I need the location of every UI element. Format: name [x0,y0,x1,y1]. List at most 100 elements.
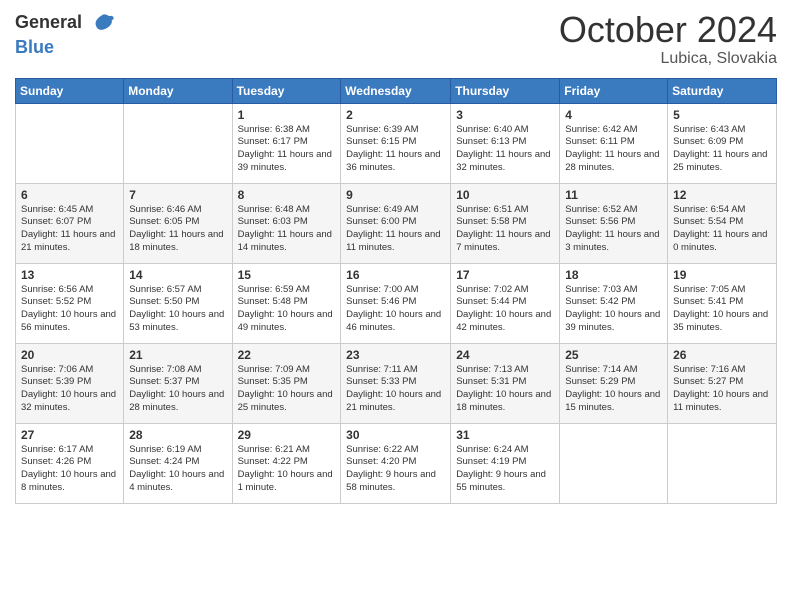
calendar-cell: 26 Sunrise: 7:16 AM Sunset: 5:27 PM Dayli… [668,343,777,423]
day-content: Sunrise: 6:39 AM Sunset: 6:15 PM Dayligh… [346,124,445,175]
calendar-cell: 10Sunrise: 6:51 AM Sunset: 5:58 PM Dayli… [451,183,560,263]
day-number: 1 [238,108,336,122]
day-number: 11 [565,188,662,202]
day-content: Sunrise: 7:11 AM Sunset: 5:33 PM Dayligh… [346,364,445,415]
day-number: 15 [238,268,336,282]
day-content: Sunrise: 6:48 AM Sunset: 6:03 PM Dayligh… [238,204,336,255]
day-content: Sunrise: 6:40 AM Sunset: 6:13 PM Dayligh… [456,124,554,175]
day-number: 30 [346,428,445,442]
calendar-cell: 2 Sunrise: 6:39 AM Sunset: 6:15 PM Daylig… [341,103,451,183]
calendar-cell: 9 Sunrise: 6:49 AM Sunset: 6:00 PM Daylig… [341,183,451,263]
calendar-cell [668,423,777,503]
calendar-cell: 23 Sunrise: 7:11 AM Sunset: 5:33 PM Dayli… [341,343,451,423]
weekday-header: Friday [560,78,668,103]
day-content: Sunrise: 7:00 AM Sunset: 5:46 PM Dayligh… [346,284,445,335]
calendar-cell: 25 Sunrise: 7:14 AM Sunset: 5:29 PM Dayli… [560,343,668,423]
day-content: Sunrise: 7:13 AM Sunset: 5:31 PM Dayligh… [456,364,554,415]
calendar-cell [16,103,124,183]
calendar-cell: 4Sunrise: 6:42 AM Sunset: 6:11 PM Daylig… [560,103,668,183]
day-number: 24 [456,348,554,362]
calendar-cell: 21 Sunrise: 7:08 AM Sunset: 5:37 PM Dayli… [124,343,232,423]
day-number: 18 [565,268,662,282]
calendar-cell: 3 Sunrise: 6:40 AM Sunset: 6:13 PM Daylig… [451,103,560,183]
calendar-week-row: 1Sunrise: 6:38 AM Sunset: 6:17 PM Daylig… [16,103,777,183]
day-number: 26 [673,348,771,362]
day-number: 17 [456,268,554,282]
day-content: Sunrise: 7:09 AM Sunset: 5:35 PM Dayligh… [238,364,336,415]
page: General Blue October 2024 Lubica, Slovak… [0,0,792,612]
day-number: 5 [673,108,771,122]
calendar-cell: 12Sunrise: 6:54 AM Sunset: 5:54 PM Dayli… [668,183,777,263]
calendar-cell: 20 Sunrise: 7:06 AM Sunset: 5:39 PM Dayli… [16,343,124,423]
logo-bird-icon [89,10,117,38]
calendar-cell: 19Sunrise: 7:05 AM Sunset: 5:41 PM Dayli… [668,263,777,343]
day-content: Sunrise: 7:16 AM Sunset: 5:27 PM Dayligh… [673,364,771,415]
calendar-cell: 28 Sunrise: 6:19 AM Sunset: 4:24 PM Dayli… [124,423,232,503]
day-content: Sunrise: 6:59 AM Sunset: 5:48 PM Dayligh… [238,284,336,335]
day-content: Sunrise: 7:14 AM Sunset: 5:29 PM Dayligh… [565,364,662,415]
calendar-week-row: 27 Sunrise: 6:17 AM Sunset: 4:26 PM Dayli… [16,423,777,503]
day-number: 21 [129,348,226,362]
weekday-header: Monday [124,78,232,103]
title-month: October 2024 [559,10,777,50]
day-number: 19 [673,268,771,282]
day-content: Sunrise: 6:57 AM Sunset: 5:50 PM Dayligh… [129,284,226,335]
day-number: 14 [129,268,226,282]
logo: General Blue [15,10,117,58]
title-block: October 2024 Lubica, Slovakia [559,10,777,68]
day-content: Sunrise: 6:46 AM Sunset: 6:05 PM Dayligh… [129,204,226,255]
calendar-week-row: 20 Sunrise: 7:06 AM Sunset: 5:39 PM Dayli… [16,343,777,423]
calendar-cell: 14 Sunrise: 6:57 AM Sunset: 5:50 PM Dayli… [124,263,232,343]
day-content: Sunrise: 6:52 AM Sunset: 5:56 PM Dayligh… [565,204,662,255]
day-content: Sunrise: 6:17 AM Sunset: 4:26 PM Dayligh… [21,444,118,495]
calendar-week-row: 6 Sunrise: 6:45 AM Sunset: 6:07 PM Daylig… [16,183,777,263]
day-content: Sunrise: 7:06 AM Sunset: 5:39 PM Dayligh… [21,364,118,415]
day-number: 22 [238,348,336,362]
day-number: 31 [456,428,554,442]
day-number: 25 [565,348,662,362]
calendar-cell: 13 Sunrise: 6:56 AM Sunset: 5:52 PM Dayli… [16,263,124,343]
day-content: Sunrise: 6:42 AM Sunset: 6:11 PM Dayligh… [565,124,662,175]
weekday-header: Tuesday [232,78,341,103]
day-number: 29 [238,428,336,442]
calendar-cell: 30 Sunrise: 6:22 AM Sunset: 4:20 PM Dayli… [341,423,451,503]
title-location: Lubica, Slovakia [559,50,777,68]
calendar-cell: 1Sunrise: 6:38 AM Sunset: 6:17 PM Daylig… [232,103,341,183]
day-number: 2 [346,108,445,122]
calendar-cell [124,103,232,183]
day-content: Sunrise: 7:08 AM Sunset: 5:37 PM Dayligh… [129,364,226,415]
calendar-table: SundayMondayTuesdayWednesdayThursdayFrid… [15,78,777,504]
day-content: Sunrise: 7:03 AM Sunset: 5:42 PM Dayligh… [565,284,662,335]
weekday-header: Thursday [451,78,560,103]
day-number: 23 [346,348,445,362]
calendar-cell: 27 Sunrise: 6:17 AM Sunset: 4:26 PM Dayli… [16,423,124,503]
calendar-cell: 18 Sunrise: 7:03 AM Sunset: 5:42 PM Dayli… [560,263,668,343]
day-content: Sunrise: 6:45 AM Sunset: 6:07 PM Dayligh… [21,204,118,255]
day-number: 28 [129,428,226,442]
day-number: 12 [673,188,771,202]
day-number: 3 [456,108,554,122]
calendar-cell: 7 Sunrise: 6:46 AM Sunset: 6:05 PM Daylig… [124,183,232,263]
day-number: 10 [456,188,554,202]
weekday-header: Saturday [668,78,777,103]
day-number: 9 [346,188,445,202]
day-number: 13 [21,268,118,282]
logo-general: General [15,10,117,38]
day-number: 7 [129,188,226,202]
calendar-cell: 16Sunrise: 7:00 AM Sunset: 5:46 PM Dayli… [341,263,451,343]
calendar-cell: 31Sunrise: 6:24 AM Sunset: 4:19 PM Dayli… [451,423,560,503]
day-number: 20 [21,348,118,362]
calendar-cell: 8 Sunrise: 6:48 AM Sunset: 6:03 PM Daylig… [232,183,341,263]
day-number: 27 [21,428,118,442]
day-content: Sunrise: 6:49 AM Sunset: 6:00 PM Dayligh… [346,204,445,255]
day-content: Sunrise: 6:19 AM Sunset: 4:24 PM Dayligh… [129,444,226,495]
day-number: 8 [238,188,336,202]
header: General Blue October 2024 Lubica, Slovak… [15,10,777,68]
calendar-cell [560,423,668,503]
day-content: Sunrise: 6:56 AM Sunset: 5:52 PM Dayligh… [21,284,118,335]
calendar-cell: 5Sunrise: 6:43 AM Sunset: 6:09 PM Daylig… [668,103,777,183]
day-number: 6 [21,188,118,202]
calendar-cell: 22 Sunrise: 7:09 AM Sunset: 5:35 PM Dayli… [232,343,341,423]
weekday-header: Sunday [16,78,124,103]
day-content: Sunrise: 6:22 AM Sunset: 4:20 PM Dayligh… [346,444,445,495]
